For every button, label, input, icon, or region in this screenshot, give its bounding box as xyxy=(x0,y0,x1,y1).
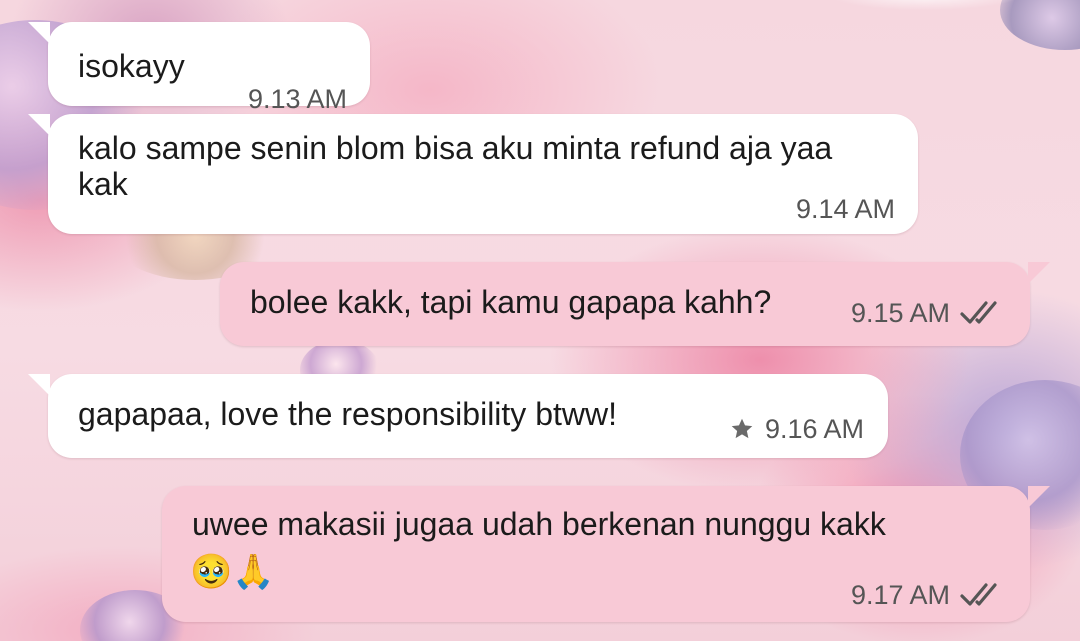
wallpaper-bubble-decoration xyxy=(1000,0,1080,50)
star-icon xyxy=(731,418,753,439)
message-meta: 9.13 AM xyxy=(248,84,347,114)
bubble-tail xyxy=(28,374,50,396)
message-meta: 9.16 AM xyxy=(729,414,864,444)
message-timestamp: 9.17 AM xyxy=(850,580,950,610)
message-timestamp: 9.16 AM xyxy=(764,414,864,444)
message-text: kalo sampe senin blom bisa aku minta ref… xyxy=(78,130,842,202)
message-text: uwee makasii jugaa udah berkenan nunggu … xyxy=(192,506,886,542)
bubble-tail xyxy=(1028,486,1050,508)
double-check-icon xyxy=(960,301,997,324)
message-meta: 9.17 AM xyxy=(851,580,1004,610)
double-check-icon xyxy=(960,583,997,606)
message-timestamp: 9.13 AM xyxy=(247,84,347,114)
message-bubble-incoming[interactable]: kalo sampe senin blom bisa aku minta ref… xyxy=(28,114,918,234)
message-text: bolee kakk, tapi kamu gapapa kahh? xyxy=(250,284,772,320)
bubble-tail xyxy=(1028,262,1050,284)
message-bubble-outgoing[interactable]: uwee makasii jugaa udah berkenan nunggu … xyxy=(162,486,1050,622)
message-text: isokayy xyxy=(78,48,185,84)
message-bubble-outgoing[interactable]: bolee kakk, tapi kamu gapapa kahh? 9.15 … xyxy=(220,262,1050,346)
message-timestamp: 9.15 AM xyxy=(850,298,950,328)
message-emoji: 🥹🙏 xyxy=(190,552,275,592)
message-timestamp: 9.14 AM xyxy=(795,194,895,224)
wallpaper-bubble-decoration xyxy=(830,0,1020,10)
message-bubble-incoming[interactable]: gapapaa, love the responsibility btww! 9… xyxy=(28,374,888,458)
message-text: gapapaa, love the responsibility btww! xyxy=(78,396,617,432)
message-meta: 9.14 AM xyxy=(796,194,895,224)
message-meta: 9.15 AM xyxy=(851,298,1004,328)
bubble-tail xyxy=(28,22,50,44)
bubble-tail xyxy=(28,114,50,136)
message-bubble-incoming[interactable]: isokayy 9.13 AM xyxy=(28,22,370,114)
